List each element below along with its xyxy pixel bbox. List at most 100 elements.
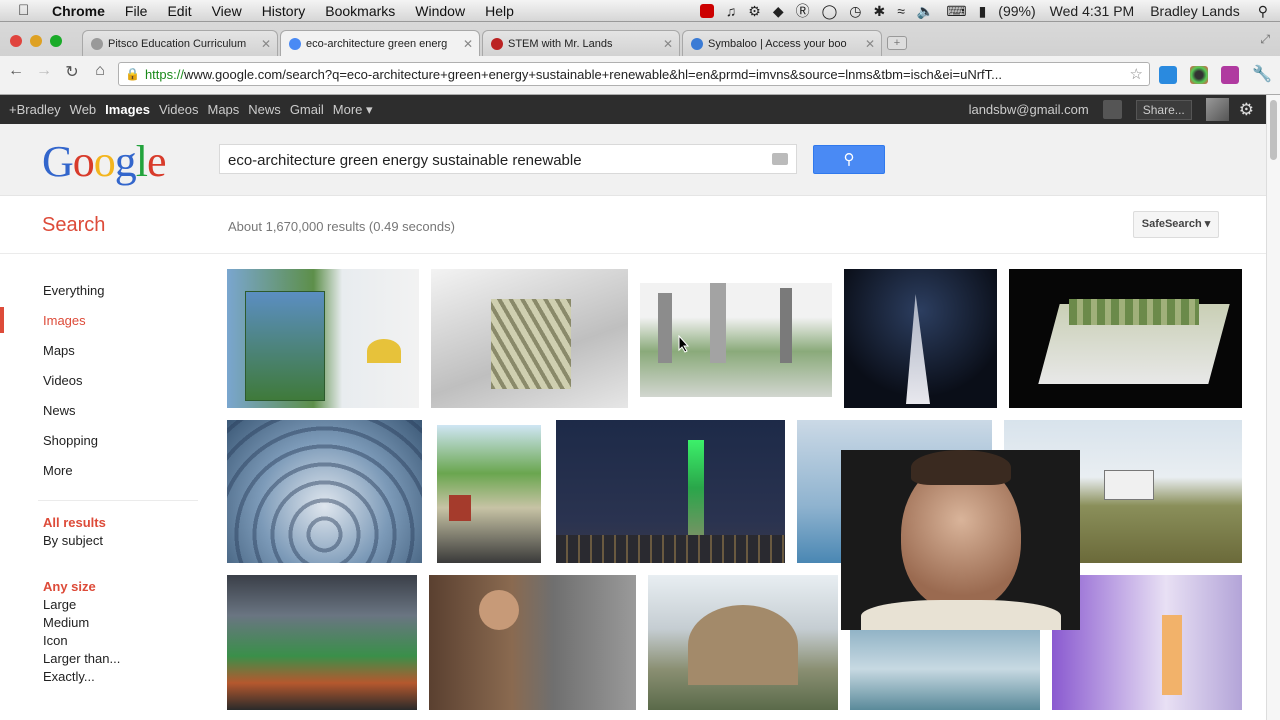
keyboard-icon[interactable]: ⌨ [946,3,966,20]
nav-images[interactable]: Images [43,313,86,328]
menu-bookmarks[interactable]: Bookmarks [325,3,395,19]
menu-app-chrome[interactable]: Chrome [52,3,105,19]
nav-videos[interactable]: Videos [43,373,83,388]
menubar-clock[interactable]: Wed 4:31 PM [1050,3,1135,19]
avatar[interactable] [1205,98,1229,121]
headphones-icon[interactable]: ♫ [726,3,737,19]
chat-icon[interactable]: ◯ [822,3,838,20]
tu-extension-icon[interactable] [1221,66,1239,84]
nav-everything[interactable]: Everything [43,283,104,298]
filter-size-exactly[interactable]: Exactly... [43,669,95,684]
menu-view[interactable]: View [212,3,242,19]
gbar-web[interactable]: Web [70,102,97,117]
menu-window[interactable]: Window [415,3,465,19]
search-button[interactable]: ⚲ [813,145,885,174]
battery-icon[interactable]: ▮ [979,3,987,20]
nav-shopping[interactable]: Shopping [43,433,98,448]
gear-status-icon[interactable]: ⚙ [748,3,761,20]
forward-arrow-icon[interactable]: → [33,62,55,80]
image-result[interactable] [437,425,541,563]
tab-pitsco[interactable]: Pitsco Education Curriculum ✕ [82,30,278,56]
image-result[interactable] [1009,269,1242,408]
selected-nav-indicator [0,307,4,333]
image-result[interactable] [850,628,1040,710]
menu-history[interactable]: History [262,3,306,19]
image-result[interactable] [227,575,417,710]
record-icon[interactable] [699,4,714,18]
stem-favicon-icon [491,37,503,50]
lock-icon: 🔒 [125,67,140,81]
close-window-button[interactable] [10,35,22,47]
new-tab-button[interactable]: + [887,36,907,50]
page-scrollbar[interactable] [1266,95,1280,720]
menubar-user[interactable]: Bradley Lands [1150,3,1240,19]
delicious-extension-icon[interactable] [1159,66,1177,84]
back-arrow-icon[interactable]: ← [5,62,27,80]
search-input[interactable]: eco-architecture green energy sustainabl… [219,144,797,174]
menu-help[interactable]: Help [485,3,514,19]
gbar-plus[interactable]: +Bradley [9,102,61,117]
url-scheme: https:// [144,66,184,82]
tab-close-icon[interactable]: ✕ [663,37,673,51]
gbar-videos[interactable]: Videos [159,102,199,117]
nav-maps[interactable]: Maps [43,343,75,358]
address-bar[interactable]: 🔒 https:// www.google.com/search?q=eco-a… [118,62,1150,86]
reload-icon[interactable]: ↻ [61,62,83,82]
image-result[interactable] [227,420,422,563]
filter-by-subject[interactable]: By subject [43,533,103,548]
color-extension-icon[interactable] [1190,66,1208,84]
volume-icon[interactable]: 🔈 [917,3,934,20]
apple-menu-icon[interactable]:  [18,2,40,19]
tab-close-icon[interactable]: ✕ [261,37,271,51]
share-button[interactable]: Share... [1135,99,1192,120]
bookmark-star-icon[interactable]: ☆ [1130,65,1143,83]
tab-close-icon[interactable]: ✕ [463,37,473,51]
tab-close-icon[interactable]: ✕ [865,37,875,51]
wifi-icon[interactable]: ≈ [897,3,905,19]
notifications-icon[interactable] [1102,100,1122,119]
filter-size-larger-than[interactable]: Larger than... [43,651,120,666]
menu-edit[interactable]: Edit [167,3,191,19]
filter-all-results[interactable]: All results [43,515,106,530]
gbar-images[interactable]: Images [105,102,150,117]
minimize-window-button[interactable] [30,35,42,47]
image-result[interactable] [1052,575,1242,710]
dropbox-icon[interactable]: ◆ [773,3,784,20]
bluetooth-icon[interactable]: ✱ [874,3,886,20]
image-result[interactable] [640,283,832,397]
gbar-email[interactable]: landsbw@gmail.com [969,102,1089,117]
filter-any-size[interactable]: Any size [43,579,96,594]
filter-size-icon[interactable]: Icon [43,633,68,648]
google-bar: +Bradley Web Images Videos Maps News Gma… [0,95,1266,124]
home-icon[interactable]: ⌂ [89,62,111,80]
time-machine-icon[interactable]: ◷ [849,3,861,20]
fullscreen-icon[interactable]: ⤢ [1260,32,1270,47]
image-result[interactable] [431,269,628,408]
image-result[interactable] [429,575,636,710]
google-logo[interactable]: Google [42,136,167,187]
image-result[interactable] [227,269,419,408]
gbar-more[interactable]: More ▾ [333,102,373,118]
gbar-news[interactable]: News [248,102,281,117]
tab-google-images[interactable]: eco-architecture green energ ✕ [280,30,480,56]
filter-size-large[interactable]: Large [43,597,76,612]
nav-more[interactable]: More [43,463,73,478]
wrench-icon[interactable]: 🔧 [1252,64,1272,84]
image-result[interactable] [556,420,785,563]
zoom-window-button[interactable] [50,35,62,47]
gbar-maps[interactable]: Maps [208,102,240,117]
menu-file[interactable]: File [125,3,148,19]
settings-gear-icon[interactable]: ⚙ [1239,100,1254,120]
nav-news[interactable]: News [43,403,76,418]
image-result[interactable] [648,575,838,710]
filter-size-medium[interactable]: Medium [43,615,89,630]
tab-symbaloo[interactable]: Symbaloo | Access your boo ✕ [682,30,882,56]
gbar-gmail[interactable]: Gmail [290,102,324,117]
search-by-image-camera-icon[interactable] [772,153,788,165]
tab-stem[interactable]: STEM with Mr. Lands ✕ [482,30,680,56]
safesearch-dropdown[interactable]: SafeSearch ▾ [1133,211,1219,238]
image-result[interactable] [844,269,997,408]
spotlight-icon[interactable]: ⚲ [1258,3,1268,20]
scrollbar-thumb[interactable] [1270,100,1277,160]
skype-icon[interactable]: Ⓡ [796,1,810,21]
